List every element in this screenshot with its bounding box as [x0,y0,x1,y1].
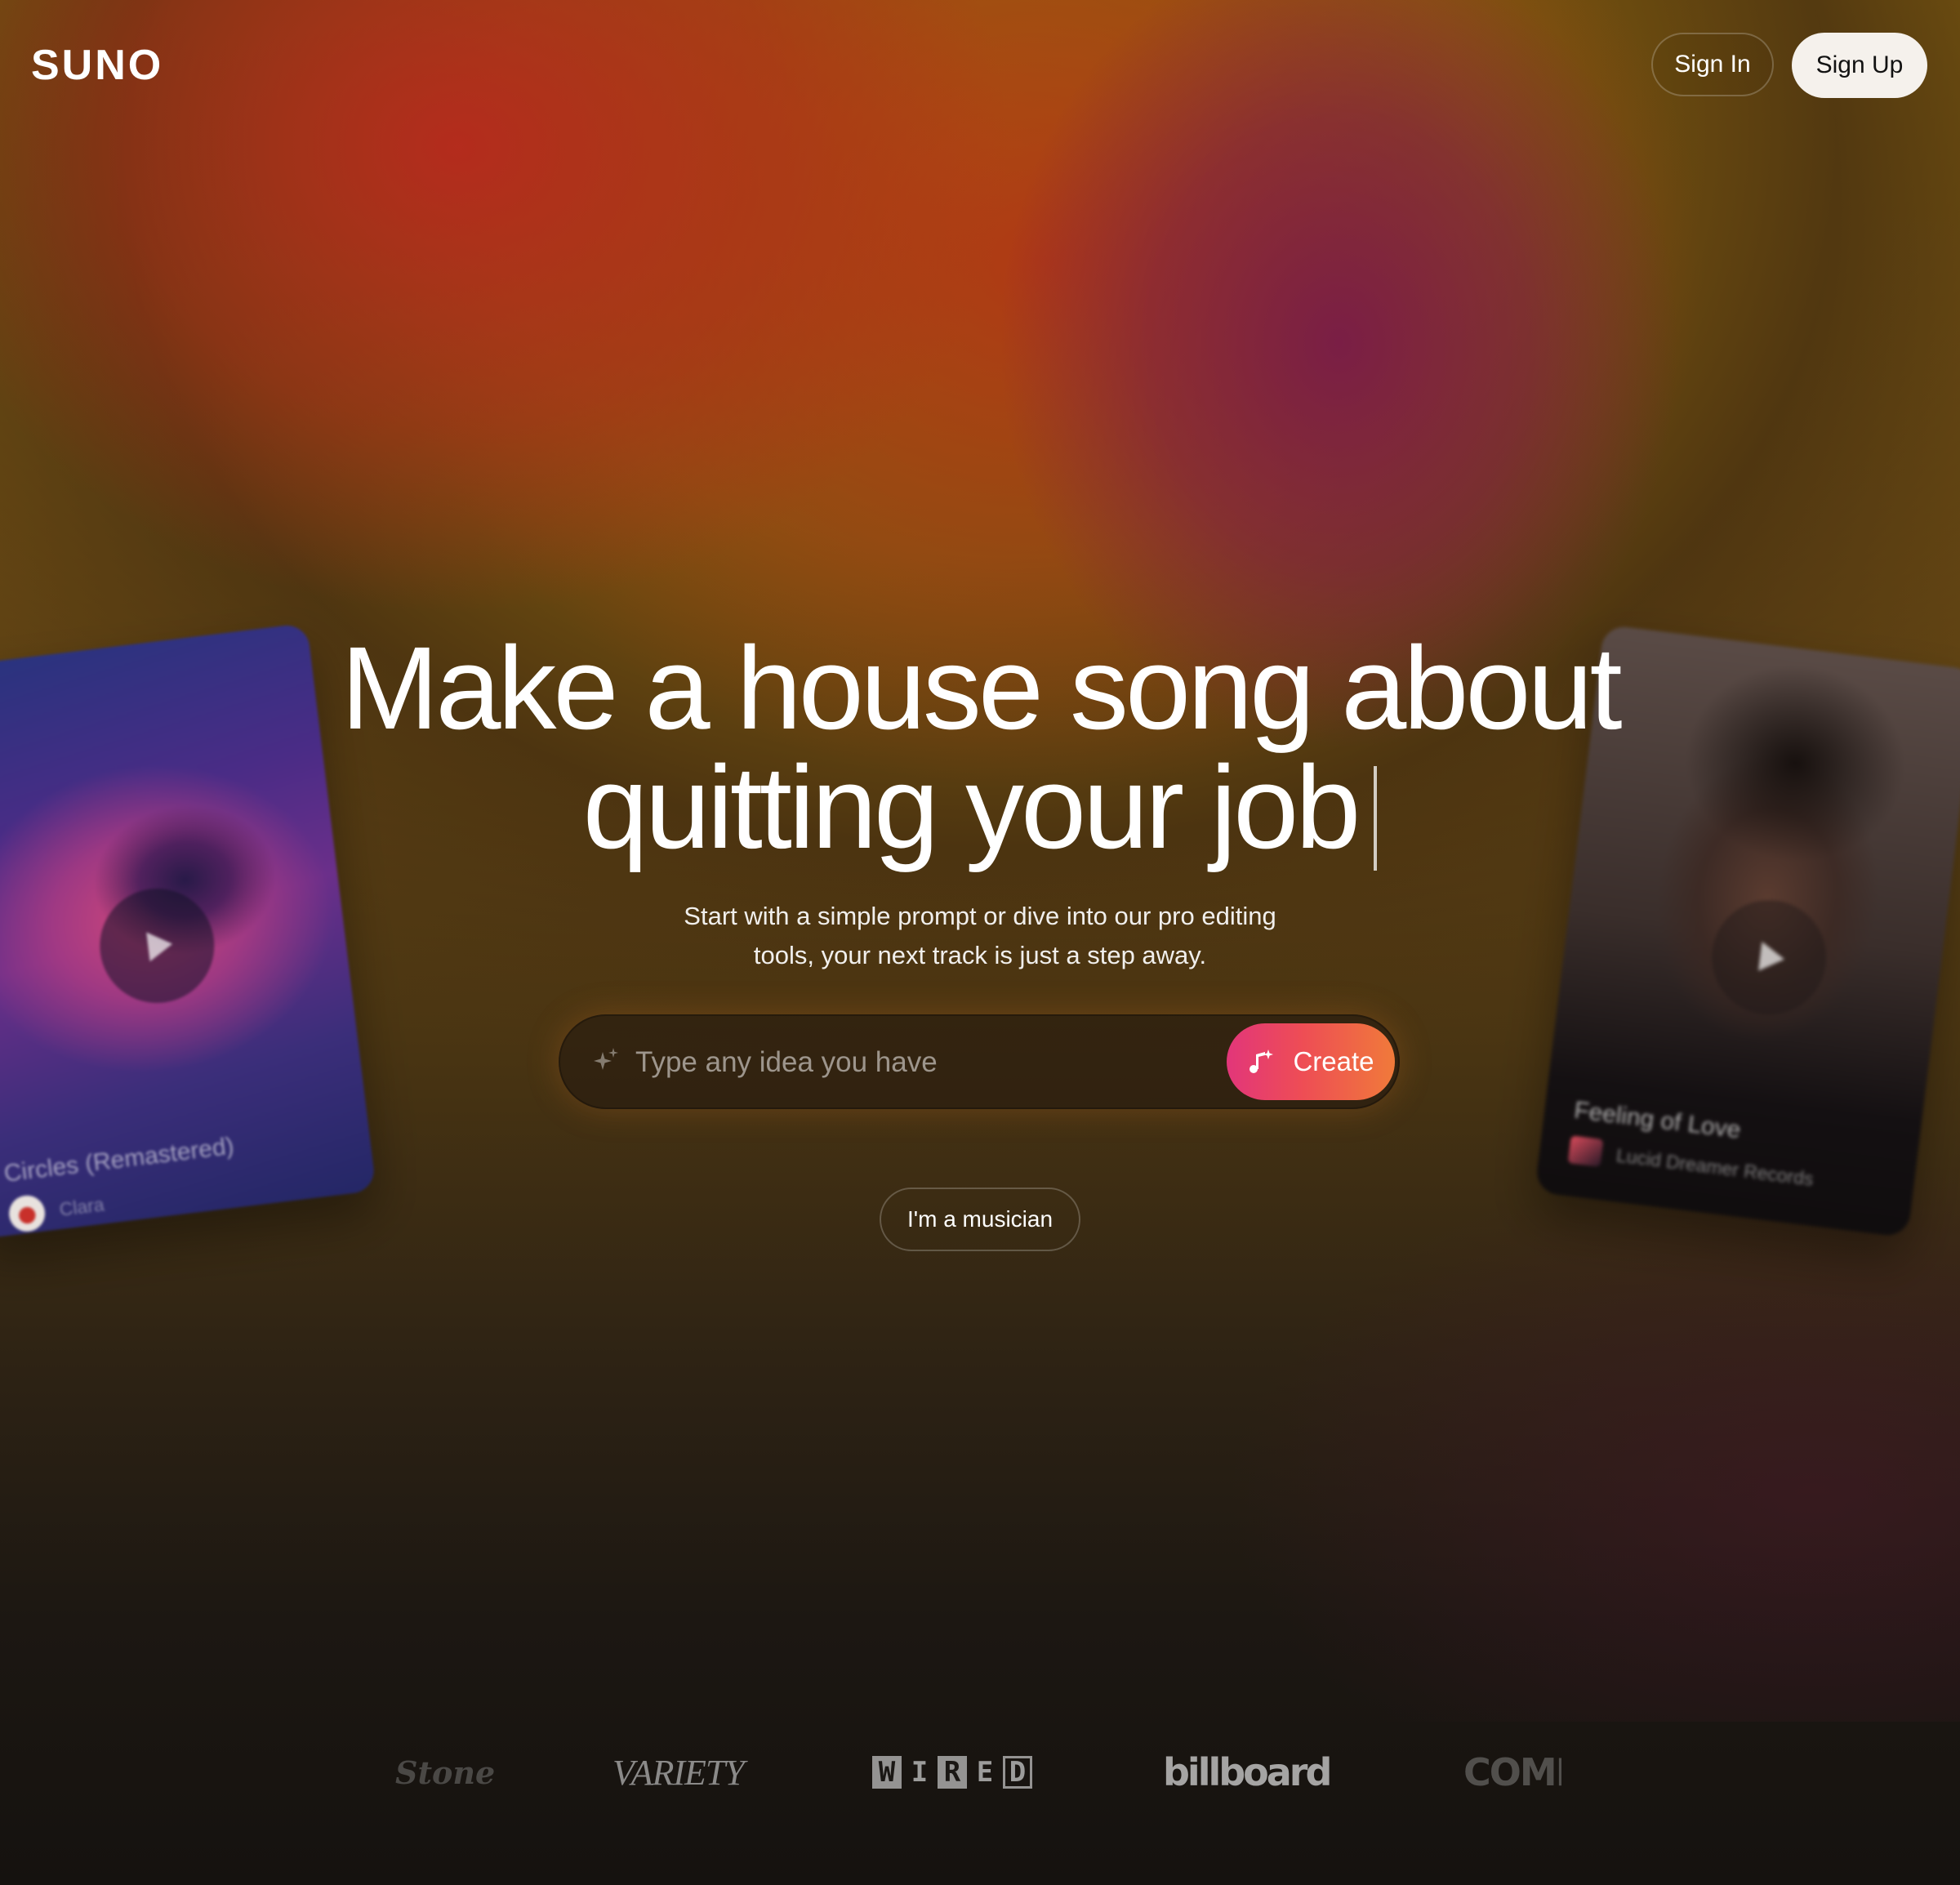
variety-logo: VARIETY [612,1752,745,1793]
artist-avatar [7,1193,47,1234]
music-note-sparkle-icon [1250,1049,1274,1073]
wired-letter: R [938,1756,967,1789]
play-icon [1758,942,1787,974]
hero-subtitle: Start with a simple prompt or dive into … [653,897,1307,975]
wired-logo: W I R E D [872,1740,1032,1805]
hero-title-line2: quitting your job [582,742,1361,873]
background-glow [1225,1150,1960,1722]
sign-up-button[interactable]: Sign Up [1792,33,1927,98]
billboard-logo: billboard [1163,1750,1332,1794]
prompt-bar: Create [559,1014,1400,1109]
create-label: Create [1293,1046,1374,1076]
artist-name: Clara [58,1192,105,1220]
hero-title-line1: Make a house song about [341,622,1622,754]
song-artist: Lucid Dreamer Records [1567,1135,1815,1192]
complex-logo: COMPL [1463,1750,1561,1794]
suno-logo[interactable]: SUNO [31,41,163,90]
play-button[interactable] [93,882,221,1010]
artist-avatar [1567,1135,1604,1167]
sign-in-button[interactable]: Sign In [1651,33,1774,96]
press-logos: Stone VARIETY W I R E D billboard COMPL [0,1740,1960,1805]
wired-letter: D [1003,1756,1032,1789]
song-title: Feeling of Love [1572,1096,1743,1144]
create-button[interactable]: Create [1227,1023,1395,1100]
hero-title: Make a house song about quitting your jo… [327,629,1633,871]
hero-subtitle-line2: tools, your next track is just a step aw… [753,941,1207,969]
wired-letter: E [976,1756,994,1789]
wired-letter: I [911,1756,929,1789]
wired-letter: W [872,1756,902,1789]
song-title: Circles (Remastered) [2,1132,236,1188]
rolling-stone-logo: Stone [395,1754,496,1791]
musician-button[interactable]: I'm a musician [880,1188,1080,1251]
sparkle-icon [594,1048,618,1070]
play-icon [146,929,175,962]
artist-name: Lucid Dreamer Records [1615,1143,1815,1190]
text-caret [1374,766,1378,871]
prompt-input[interactable] [634,1037,1094,1088]
play-button[interactable] [1705,893,1833,1022]
hero-subtitle-line1: Start with a simple prompt or dive into … [684,902,1276,930]
